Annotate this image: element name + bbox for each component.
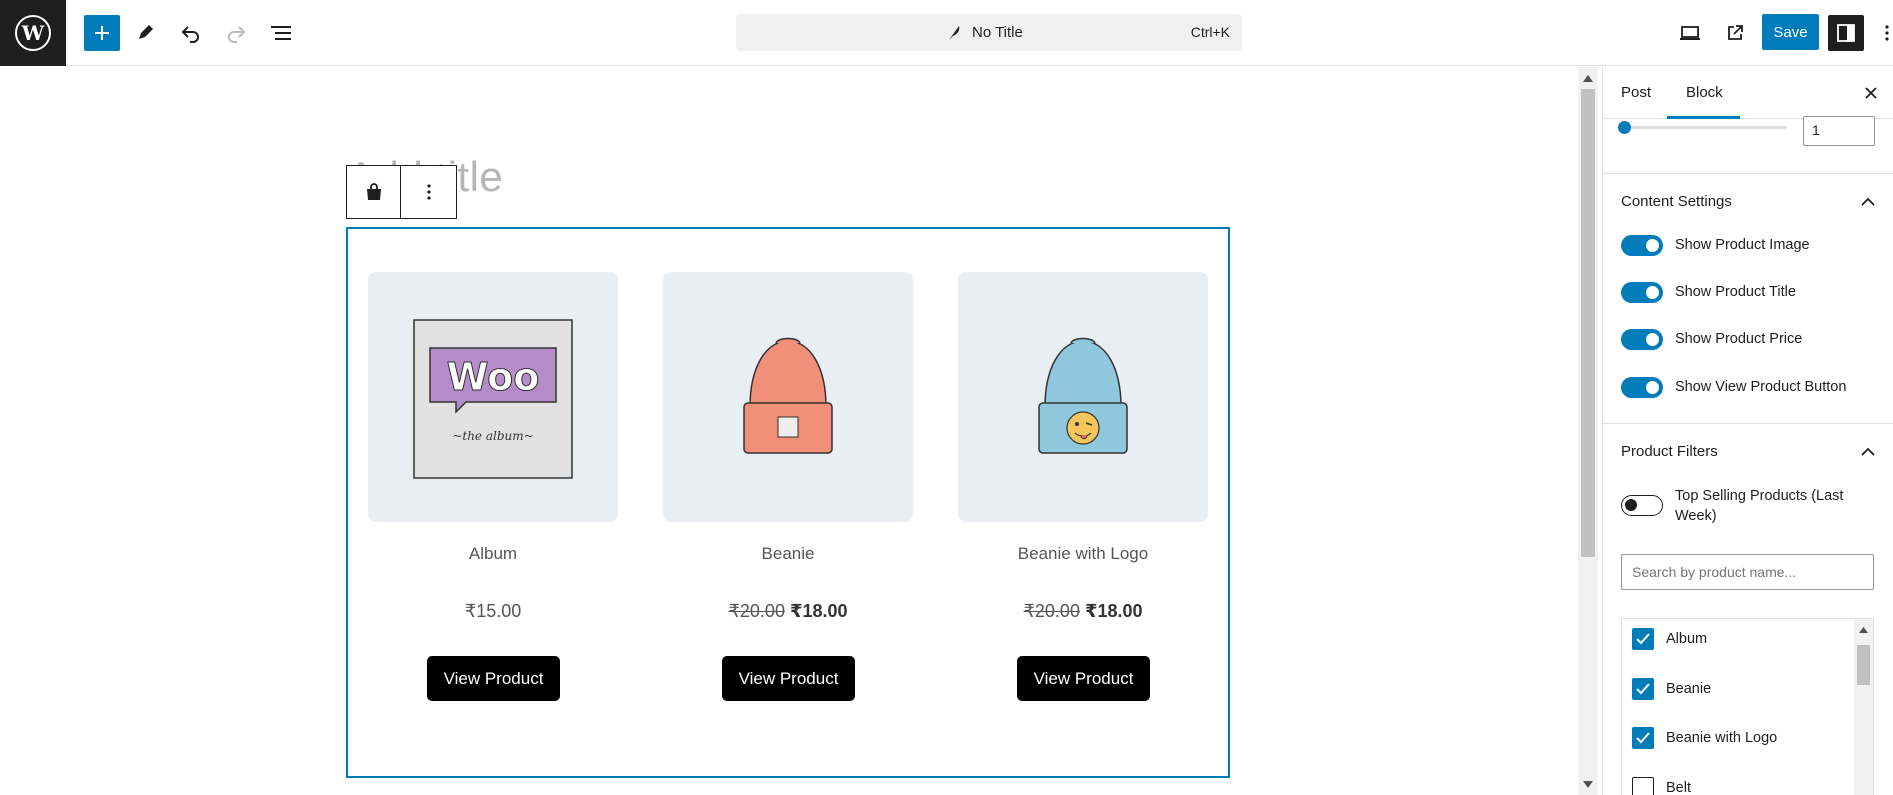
list-item[interactable]: Beanie with Logo bbox=[1632, 727, 1777, 749]
toggle-show-view-product-button[interactable]: Show View Product Button bbox=[1621, 376, 1846, 398]
command-palette-bar[interactable]: No Title Ctrl+K bbox=[736, 14, 1242, 51]
svg-text:W: W bbox=[21, 21, 45, 45]
preview-external-icon[interactable] bbox=[1717, 15, 1753, 51]
toggle-switch[interactable] bbox=[1621, 376, 1663, 398]
checkbox-label: Beanie bbox=[1666, 681, 1712, 697]
toggle-show-product-price[interactable]: Show Product Price bbox=[1621, 328, 1802, 350]
feather-icon bbox=[946, 23, 962, 46]
block-toolbar bbox=[346, 165, 457, 219]
view-product-button[interactable]: View Product bbox=[722, 656, 855, 701]
product-price: ₹15.00 bbox=[368, 601, 618, 622]
product-image-beanie[interactable] bbox=[663, 272, 913, 522]
block-type-bag-icon[interactable] bbox=[347, 166, 401, 218]
price-regular: ₹20.00 bbox=[1023, 601, 1080, 621]
list-item[interactable]: Beanie bbox=[1632, 678, 1711, 700]
product-image-album[interactable]: Woo ~the album~ bbox=[368, 272, 618, 522]
redo-icon[interactable] bbox=[218, 15, 254, 51]
toggle-switch[interactable] bbox=[1621, 281, 1663, 303]
tab-block[interactable]: Block bbox=[1686, 84, 1723, 101]
price-sale: ₹18.00 bbox=[1084, 601, 1143, 621]
product-search-input[interactable]: Search by product name... bbox=[1621, 554, 1874, 590]
block-options-icon[interactable] bbox=[401, 166, 456, 218]
product-name: Beanie bbox=[761, 544, 815, 563]
product-checkbox-list: Album Beanie Beanie with Logo Belt bbox=[1621, 618, 1874, 795]
wordpress-logo-icon[interactable]: W bbox=[0, 0, 66, 66]
toggle-label: Show Product Title bbox=[1675, 284, 1796, 300]
product-name: Beanie with Logo bbox=[1017, 544, 1149, 563]
close-icon[interactable] bbox=[1860, 82, 1882, 104]
editor-canvas: Add title Woo ~the album~ Album ₹15.00 bbox=[0, 67, 1578, 795]
list-scroll-up-icon[interactable] bbox=[1859, 627, 1868, 633]
checkbox-checked-icon[interactable] bbox=[1632, 628, 1654, 650]
list-scrollbar[interactable] bbox=[1854, 619, 1873, 795]
toggle-label: Show View Product Button bbox=[1675, 379, 1847, 395]
view-product-button[interactable]: View Product bbox=[427, 656, 560, 701]
toggle-switch[interactable] bbox=[1621, 234, 1663, 256]
price-sale: ₹18.00 bbox=[789, 601, 848, 621]
chevron-up-icon[interactable] bbox=[1859, 192, 1877, 210]
checkbox-label: Beanie with Logo bbox=[1666, 730, 1778, 746]
svg-text:Woo: Woo bbox=[447, 355, 540, 399]
keyboard-shortcut: Ctrl+K bbox=[1190, 24, 1230, 40]
divider bbox=[1603, 173, 1893, 174]
toggle-show-product-image[interactable]: Show Product Image bbox=[1621, 234, 1810, 256]
checkbox-checked-icon[interactable] bbox=[1632, 727, 1654, 749]
settings-sidebar: Post Block 1 Content Settings Show Produ… bbox=[1602, 67, 1893, 795]
list-scrollbar-thumb[interactable] bbox=[1857, 645, 1870, 685]
product-price: ₹20.00 ₹18.00 bbox=[663, 601, 913, 622]
canvas-scrollbar-thumb[interactable] bbox=[1581, 89, 1595, 557]
price-current: ₹15.00 bbox=[464, 601, 522, 621]
checkbox-label: Belt bbox=[1666, 780, 1691, 795]
settings-sidebar-icon[interactable] bbox=[1828, 15, 1864, 51]
svg-text:~the album~: ~the album~ bbox=[452, 429, 533, 443]
toggle-label: Top Selling Products (Last Week) bbox=[1675, 488, 1844, 524]
divider bbox=[1603, 423, 1893, 424]
product-grid-block[interactable]: Woo ~the album~ Album ₹15.00 View Produc… bbox=[346, 227, 1230, 778]
undo-icon[interactable] bbox=[173, 15, 209, 51]
checkbox-unchecked-icon[interactable] bbox=[1632, 777, 1654, 795]
columns-range-track[interactable] bbox=[1621, 126, 1787, 129]
document-title: No Title bbox=[972, 24, 1023, 41]
scroll-down-arrow-icon[interactable] bbox=[1578, 775, 1598, 793]
checkbox-label: Album bbox=[1666, 631, 1708, 647]
toggle-label: Show Product Image bbox=[1675, 237, 1810, 253]
active-tab-indicator bbox=[1667, 116, 1740, 119]
list-item[interactable]: Album bbox=[1632, 628, 1707, 650]
more-options-icon[interactable] bbox=[1880, 15, 1893, 51]
toggle-switch[interactable] bbox=[1621, 495, 1663, 516]
toggle-top-selling-products[interactable]: Top Selling Products (Last Week) bbox=[1621, 486, 1855, 526]
list-item[interactable]: Belt bbox=[1632, 777, 1691, 795]
product-image-beanie-with-logo[interactable] bbox=[958, 272, 1208, 522]
editor-header: W No Title Ctrl+K Save bbox=[0, 0, 1893, 66]
columns-range-thumb[interactable] bbox=[1618, 121, 1631, 134]
price-regular: ₹20.00 bbox=[728, 601, 785, 621]
canvas-scrollbar[interactable] bbox=[1578, 67, 1598, 795]
tab-post[interactable]: Post bbox=[1621, 84, 1651, 101]
tools-pencil-icon[interactable] bbox=[127, 15, 163, 51]
columns-number-input[interactable]: 1 bbox=[1803, 116, 1875, 146]
toggle-switch[interactable] bbox=[1621, 328, 1663, 350]
document-overview-icon[interactable] bbox=[263, 15, 299, 51]
checkbox-checked-icon[interactable] bbox=[1632, 678, 1654, 700]
scroll-up-arrow-icon[interactable] bbox=[1578, 69, 1598, 87]
toggle-label: Show Product Price bbox=[1675, 331, 1803, 347]
product-price: ₹20.00 ₹18.00 bbox=[958, 601, 1208, 622]
add-block-button[interactable] bbox=[84, 15, 120, 51]
product-filters-heading[interactable]: Product Filters bbox=[1621, 443, 1718, 460]
sidebar-tabs: Post Block bbox=[1603, 67, 1893, 119]
view-desktop-icon[interactable] bbox=[1672, 15, 1708, 51]
chevron-up-icon[interactable] bbox=[1859, 442, 1877, 460]
product-name: Album bbox=[468, 544, 518, 563]
toggle-show-product-title[interactable]: Show Product Title bbox=[1621, 281, 1796, 303]
view-product-button[interactable]: View Product bbox=[1017, 656, 1150, 701]
content-settings-heading[interactable]: Content Settings bbox=[1621, 193, 1732, 210]
save-button[interactable]: Save bbox=[1762, 14, 1819, 50]
